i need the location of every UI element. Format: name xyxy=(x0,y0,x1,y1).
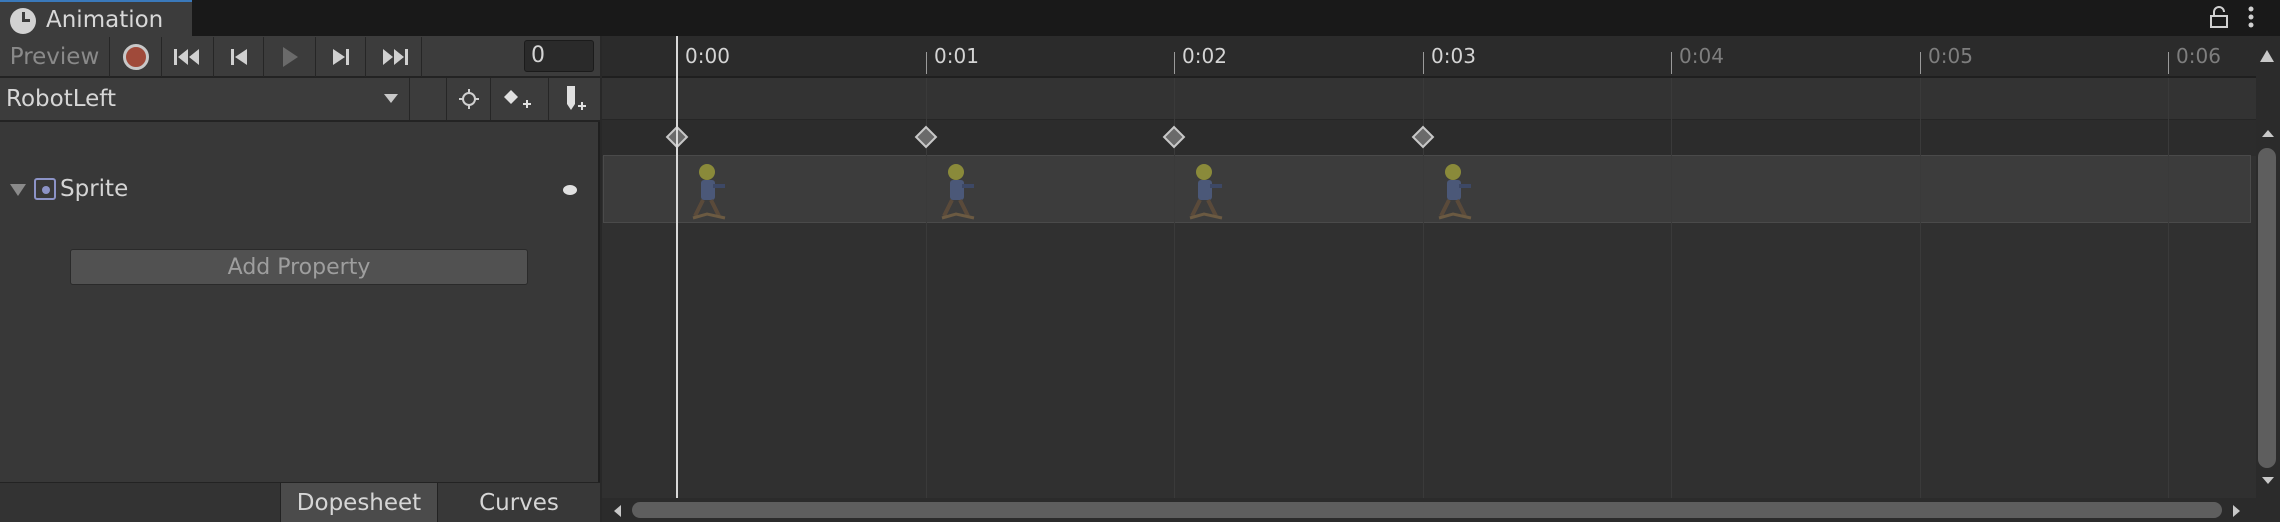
horizontal-scroll-thumb[interactable] xyxy=(632,502,2222,518)
ruler-tick xyxy=(926,52,927,74)
first-keyframe-button[interactable] xyxy=(162,37,214,77)
play-icon xyxy=(282,47,298,67)
sprite-keyframe-thumbnail[interactable] xyxy=(1182,160,1236,222)
ruler-tick-label: 0:02 xyxy=(1182,44,1227,68)
tab-title: Animation xyxy=(46,7,164,33)
ruler-tick xyxy=(1671,52,1672,74)
skip-to-start-icon xyxy=(173,49,199,65)
vertical-scroll-thumb[interactable] xyxy=(2258,148,2276,468)
tab-curves[interactable]: Curves xyxy=(438,483,600,522)
scroll-left-arrow-icon[interactable] xyxy=(610,502,624,520)
sprite-keyframe-thumbnail[interactable] xyxy=(1431,160,1485,222)
next-keyframe-button[interactable] xyxy=(316,37,366,77)
tab-dopesheet[interactable]: Dopesheet xyxy=(280,483,438,522)
record-button[interactable] xyxy=(110,37,162,77)
frame-input[interactable]: 0 xyxy=(524,40,594,72)
grid-line xyxy=(2168,78,2169,498)
last-keyframe-button[interactable] xyxy=(366,37,422,77)
step-forward-icon xyxy=(332,49,349,65)
record-icon xyxy=(122,44,149,70)
scroll-down-arrow-icon[interactable] xyxy=(2258,474,2278,488)
ruler-tick xyxy=(2168,52,2169,74)
scroll-top-arrow-icon[interactable] xyxy=(2254,42,2280,70)
ruler-tick-label: 0:01 xyxy=(934,44,979,68)
ruler-tick-label: 0:04 xyxy=(1679,44,1724,68)
event-row[interactable] xyxy=(602,78,2256,120)
window-tab-bar xyxy=(0,0,2280,36)
play-button[interactable] xyxy=(264,37,316,77)
step-back-icon xyxy=(230,49,247,65)
property-label: Sprite xyxy=(60,176,129,202)
grid-line xyxy=(1920,78,1921,498)
grid-line xyxy=(1671,78,1672,498)
more-menu-icon[interactable] xyxy=(2244,4,2258,30)
add-keyframe-icon xyxy=(503,90,531,108)
sprite-track-row[interactable] xyxy=(603,155,2251,223)
add-event-icon xyxy=(566,86,586,110)
filter-by-selection-button[interactable] xyxy=(446,78,490,120)
ruler-tick-label: 0:06 xyxy=(2176,44,2221,68)
ruler-tick xyxy=(1174,52,1175,74)
crosshair-icon xyxy=(458,89,479,109)
ruler-tick-label: 0:00 xyxy=(685,44,730,68)
chevron-down-icon xyxy=(384,94,398,103)
add-keyframe-button[interactable] xyxy=(490,78,542,120)
clock-icon xyxy=(10,8,36,34)
sprite-keyframe-thumbnail[interactable] xyxy=(685,160,739,222)
lock-icon[interactable] xyxy=(2208,6,2230,28)
ruler-tick-label: 0:05 xyxy=(1928,44,1973,68)
sprite-renderer-icon xyxy=(34,178,56,200)
playhead[interactable] xyxy=(676,36,678,498)
sprite-keyframe-thumbnail[interactable] xyxy=(934,160,988,222)
ruler-tick xyxy=(1920,52,1921,74)
time-ruler[interactable] xyxy=(602,36,2256,78)
add-event-button[interactable] xyxy=(548,78,600,120)
property-options-icon[interactable] xyxy=(563,185,577,195)
skip-to-end-icon xyxy=(382,49,408,65)
animation-tab[interactable]: Animation xyxy=(0,0,192,36)
clip-name: RobotLeft xyxy=(6,86,116,112)
preview-button[interactable]: Preview xyxy=(0,37,110,77)
previous-keyframe-button[interactable] xyxy=(214,37,264,77)
ruler-tick xyxy=(1423,52,1424,74)
add-property-button[interactable]: Add Property xyxy=(70,249,528,285)
foldout-arrow-icon[interactable] xyxy=(10,184,26,196)
ruler-tick-label: 0:03 xyxy=(1431,44,1476,68)
scroll-right-arrow-icon[interactable] xyxy=(2230,502,2244,520)
scroll-up-arrow-icon[interactable] xyxy=(2258,126,2278,140)
